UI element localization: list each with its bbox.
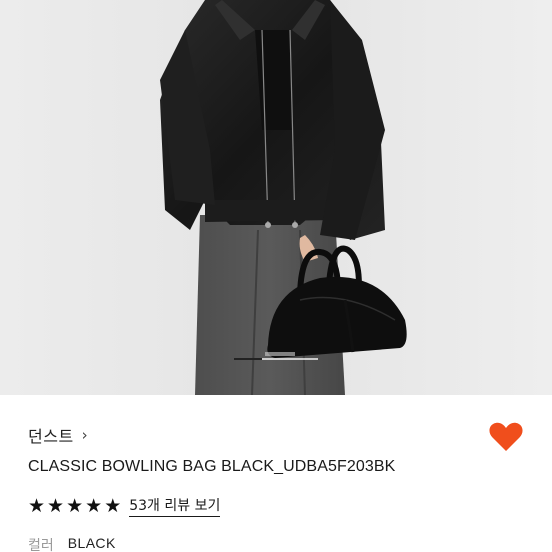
color-option-value: BLACK xyxy=(67,535,116,551)
product-image-gallery[interactable] xyxy=(0,0,552,395)
star-icon: ★ xyxy=(66,494,84,517)
gallery-pagination xyxy=(234,358,318,360)
wishlist-heart-icon[interactable] xyxy=(488,421,524,453)
star-icon: ★ xyxy=(104,494,122,517)
gallery-pagination-active xyxy=(234,358,262,360)
product-info: 던스트 › CLASSIC BOWLING BAG BLACK_UDBA5F20… xyxy=(0,395,552,552)
chevron-right-icon: › xyxy=(81,425,88,444)
product-photo xyxy=(0,0,552,395)
star-icon: ★ xyxy=(28,494,46,517)
star-rating: ★ ★ ★ ★ ★ xyxy=(28,494,122,517)
rating-row: ★ ★ ★ ★ ★ 53개 리뷰 보기 xyxy=(28,494,221,517)
view-reviews-link[interactable]: 53개 리뷰 보기 xyxy=(129,495,221,517)
product-title: CLASSIC BOWLING BAG BLACK_UDBA5F203BK xyxy=(28,458,396,475)
brand-link[interactable]: 던스트 › xyxy=(28,423,88,447)
color-option: 컬러 BLACK xyxy=(28,535,116,552)
heart-shape xyxy=(489,422,523,451)
color-option-label: 컬러 xyxy=(28,538,54,552)
star-icon: ★ xyxy=(85,494,103,517)
star-icon: ★ xyxy=(47,494,65,517)
brand-name: 던스트 xyxy=(28,427,74,446)
